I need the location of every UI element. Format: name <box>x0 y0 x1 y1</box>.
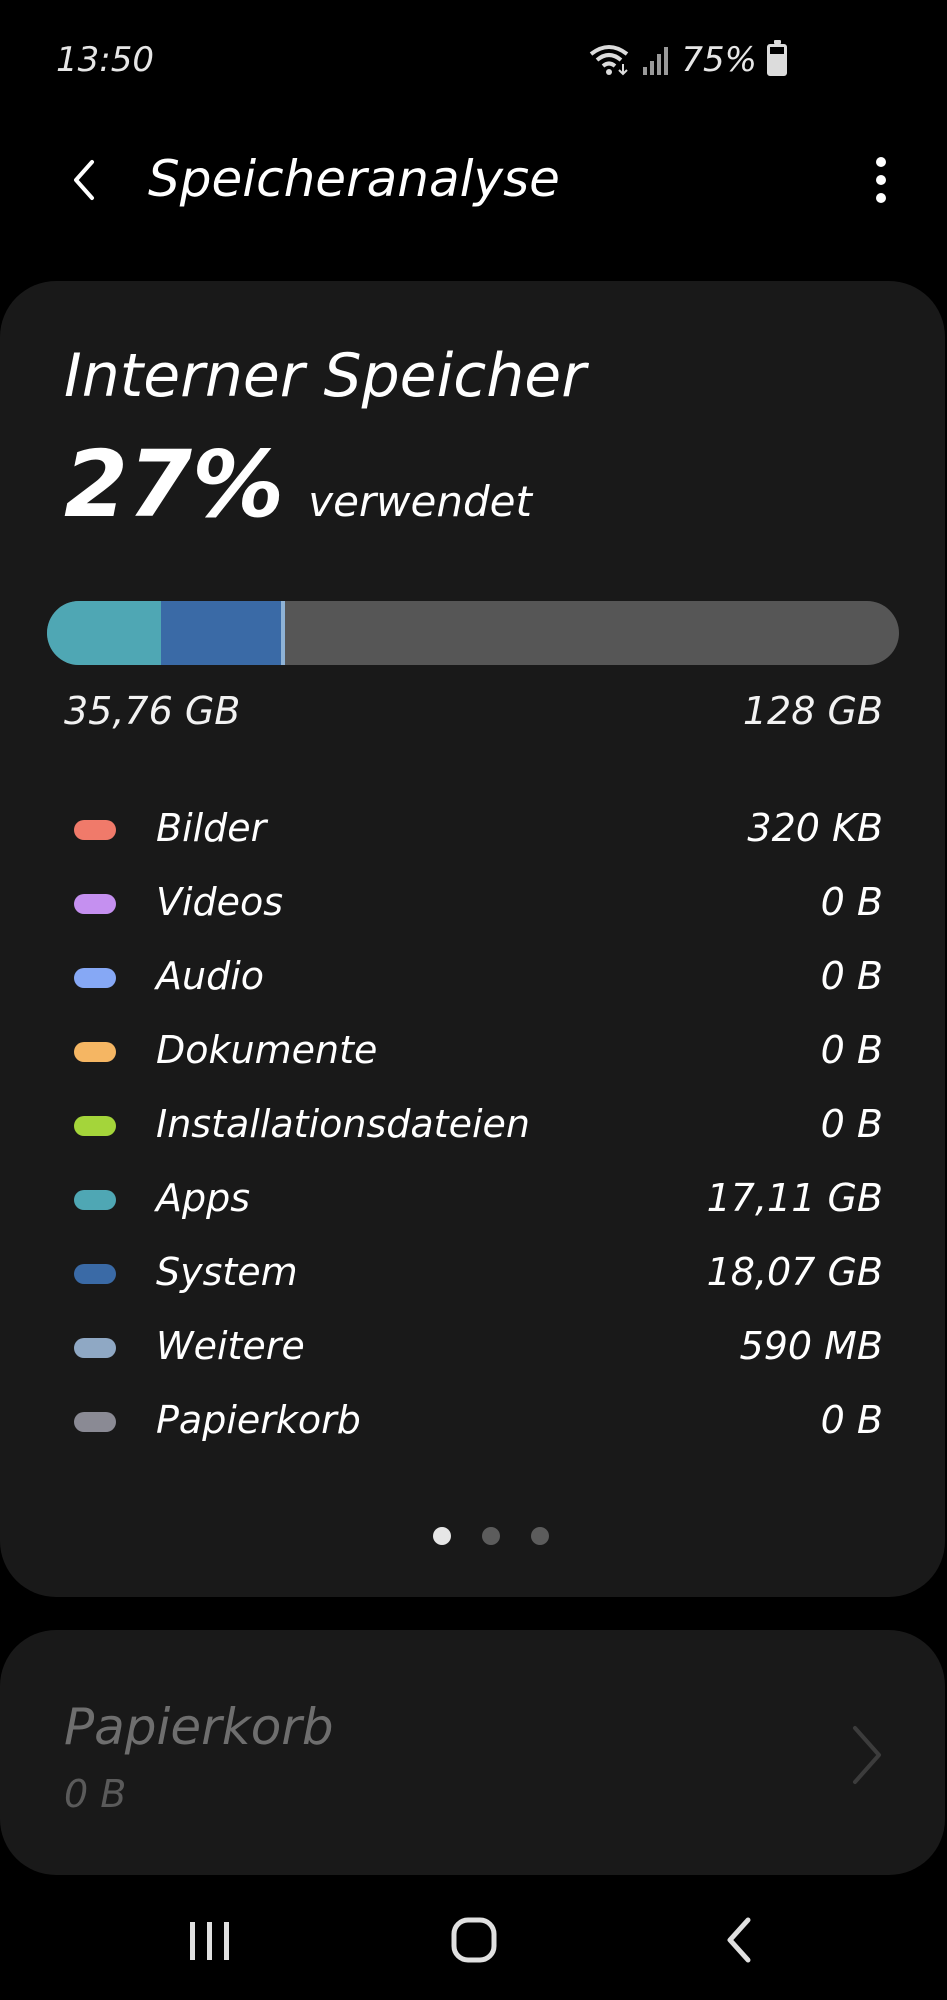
app-bar: Speicheranalyse <box>0 120 947 240</box>
category-item-system[interactable]: System 18,07 GB <box>0 1240 945 1314</box>
category-label: Weitere <box>156 1324 305 1368</box>
category-item-papierkorb[interactable]: Papierkorb 0 B <box>0 1388 945 1462</box>
category-list: Bilder 320 KB Videos 0 B Audio 0 B Dokum… <box>0 796 945 1462</box>
category-size: 0 B <box>820 1398 883 1442</box>
category-item-installationsdateien[interactable]: Installationsdateien 0 B <box>0 1092 945 1166</box>
usage-summary: 27% verwendet <box>64 431 532 538</box>
wifi-icon <box>590 45 629 76</box>
category-item-dokumente[interactable]: Dokumente 0 B <box>0 1018 945 1092</box>
usage-bar-segment-weitere <box>281 601 286 665</box>
category-size: 17,11 GB <box>706 1176 883 1220</box>
page-dot[interactable] <box>481 1527 500 1545</box>
trash-card[interactable]: Papierkorb 0 B <box>0 1630 945 1875</box>
trash-title: Papierkorb <box>64 1698 334 1756</box>
category-item-audio[interactable]: Audio 0 B <box>0 944 945 1018</box>
category-color-dot <box>74 1412 116 1432</box>
usage-bar-segment-apps <box>47 601 161 665</box>
category-item-videos[interactable]: Videos 0 B <box>0 870 945 944</box>
category-item-weitere[interactable]: Weitere 590 MB <box>0 1314 945 1388</box>
status-icons: 75% <box>587 40 787 80</box>
category-size: 18,07 GB <box>706 1250 883 1294</box>
signal-icon <box>643 47 669 75</box>
category-size: 0 B <box>820 1028 883 1072</box>
back-arrow-icon[interactable] <box>60 150 110 210</box>
battery-icon <box>767 40 787 76</box>
category-label: Videos <box>156 880 284 924</box>
category-color-dot <box>74 1116 116 1136</box>
page-dot[interactable] <box>530 1527 549 1545</box>
storage-analysis-screen: 13:50 75% Speicheranalyse Interner Speic… <box>0 0 947 2000</box>
trash-size: 0 B <box>64 1772 127 1816</box>
category-color-dot <box>74 1338 116 1358</box>
storage-heading: Interner Speicher <box>64 341 586 411</box>
total-amount: 128 GB <box>742 689 883 733</box>
category-size: 0 B <box>820 880 883 924</box>
category-label: Papierkorb <box>156 1398 361 1442</box>
category-size: 590 MB <box>739 1324 883 1368</box>
category-color-dot <box>74 894 116 914</box>
category-color-dot <box>74 968 116 988</box>
used-amount: 35,76 GB <box>64 689 241 733</box>
system-navigation-bar <box>0 1880 947 2000</box>
recents-icon[interactable] <box>170 1910 250 1970</box>
category-color-dot <box>74 1264 116 1284</box>
internal-storage-card[interactable]: Interner Speicher 27% verwendet 35,76 GB… <box>0 281 945 1597</box>
page-indicator <box>0 1527 945 1545</box>
usage-bar-segment-system <box>160 601 282 665</box>
category-size: 320 KB <box>747 806 883 850</box>
category-size: 0 B <box>820 1102 883 1146</box>
category-label: System <box>156 1250 298 1294</box>
nav-back-icon[interactable] <box>700 1910 780 1970</box>
more-vert-icon[interactable] <box>861 150 901 210</box>
page-title: Speicheranalyse <box>148 150 560 208</box>
category-label: Audio <box>156 954 265 998</box>
category-label: Dokumente <box>156 1028 378 1072</box>
category-label: Apps <box>156 1176 251 1220</box>
usage-percent: 27% <box>64 431 285 538</box>
battery-fill <box>770 53 784 73</box>
home-icon[interactable] <box>434 1910 514 1970</box>
category-color-dot <box>74 1042 116 1062</box>
category-color-dot <box>74 820 116 840</box>
status-bar: 13:50 75% <box>0 0 947 120</box>
category-item-bilder[interactable]: Bilder 320 KB <box>0 796 945 870</box>
status-time: 13:50 <box>56 40 154 80</box>
category-color-dot <box>74 1190 116 1210</box>
category-label: Bilder <box>156 806 267 850</box>
category-item-apps[interactable]: Apps 17,11 GB <box>0 1166 945 1240</box>
chevron-right-icon <box>853 1726 881 1784</box>
battery-percent: 75% <box>681 40 757 80</box>
category-label: Installationsdateien <box>156 1102 530 1146</box>
category-size: 0 B <box>820 954 883 998</box>
page-dot[interactable] <box>432 1527 451 1545</box>
usage-suffix: verwendet <box>308 477 532 526</box>
storage-usage-bar <box>47 601 899 665</box>
